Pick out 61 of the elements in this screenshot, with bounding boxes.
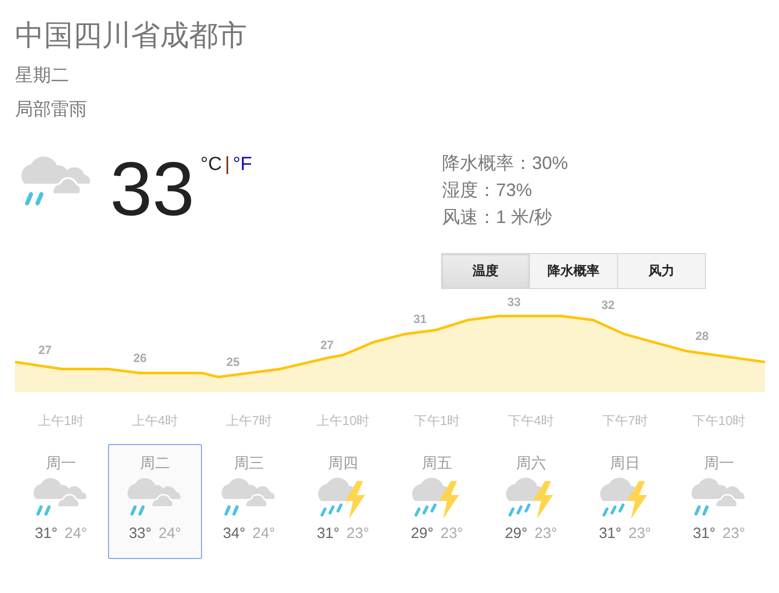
day-name: 周一 <box>704 454 734 473</box>
day-forecast-card[interactable]: 周二 33° 24° <box>108 444 202 559</box>
day-name: 周四 <box>328 454 358 473</box>
hour-label: 上午4时 <box>130 412 180 430</box>
chart-tab[interactable]: 降水概率 <box>529 253 618 289</box>
day-forecast-card[interactable]: 周一 31° 24° <box>14 444 108 559</box>
low-temperature: 23° <box>534 525 558 542</box>
low-temperature: 24° <box>252 525 276 542</box>
day-forecast-card[interactable]: 周五 29° 23° <box>390 444 484 559</box>
low-temperature: 23° <box>346 525 370 542</box>
unit-link[interactable]: °C <box>200 154 222 176</box>
day-forecast-card[interactable]: 周三 34° 24° <box>202 444 296 559</box>
condition-label: 局部雷雨 <box>15 98 87 121</box>
day-forecast-card[interactable]: 周六 29° 23° <box>484 444 578 559</box>
hour-label: 上午7时 <box>224 412 274 430</box>
temperature-label: 27 <box>320 338 334 352</box>
hour-label: 下午4时 <box>506 412 556 430</box>
weather-detail: 湿度：73% <box>442 179 534 202</box>
hour-label: 下午1时 <box>412 412 462 430</box>
low-temperature: 23° <box>628 525 652 542</box>
high-temperature: 29° <box>504 525 528 542</box>
day-name: 周三 <box>234 454 264 473</box>
day-name: 周五 <box>422 454 452 473</box>
temperature-label: 28 <box>695 329 709 343</box>
low-temperature: 23° <box>722 525 746 542</box>
weather-detail: 风速：1 米/秒 <box>442 206 554 229</box>
chart-tab[interactable]: 温度 <box>441 253 530 289</box>
chart-tab[interactable]: 风力 <box>617 253 706 289</box>
high-temperature: 31° <box>34 525 58 542</box>
day-name: 周二 <box>140 454 170 473</box>
high-temperature: 34° <box>222 525 246 542</box>
low-temperature: 23° <box>440 525 464 542</box>
day-forecast-card[interactable]: 周日 31° 23° <box>578 444 672 559</box>
high-temperature: 31° <box>316 525 340 542</box>
temperature-label: 31 <box>413 312 427 326</box>
hour-label: 下午7时 <box>600 412 650 430</box>
temperature-label: 33 <box>507 295 521 309</box>
hour-label: 上午10时 <box>315 412 371 430</box>
low-temperature: 24° <box>64 525 88 542</box>
high-temperature: 33° <box>128 525 152 542</box>
weekday-label: 星期二 <box>15 64 69 87</box>
temperature-label: 25 <box>226 355 240 369</box>
temperature-label: 32 <box>601 298 615 312</box>
high-temperature: 29° <box>410 525 434 542</box>
weather-detail: 降水概率：30% <box>442 152 570 175</box>
location-title: 中国四川省成都市 <box>15 19 247 54</box>
day-forecast-card[interactable]: 周四 31° 23° <box>296 444 390 559</box>
hour-label: 下午10时 <box>691 412 747 430</box>
day-name: 周日 <box>610 454 640 473</box>
hour-label: 上午1时 <box>36 412 86 430</box>
high-temperature: 31° <box>598 525 622 542</box>
high-temperature: 31° <box>692 525 716 542</box>
day-name: 周一 <box>46 454 76 473</box>
low-temperature: 24° <box>158 525 182 542</box>
unit-link[interactable]: °F <box>232 154 252 176</box>
temperature-label: 27 <box>38 343 52 357</box>
temperature-label: 26 <box>133 351 147 365</box>
day-name: 周六 <box>516 454 546 473</box>
unit-separator: | <box>224 154 230 176</box>
day-forecast-card[interactable]: 周一 31° 23° <box>672 444 766 559</box>
current-temperature: 33 <box>110 150 195 234</box>
